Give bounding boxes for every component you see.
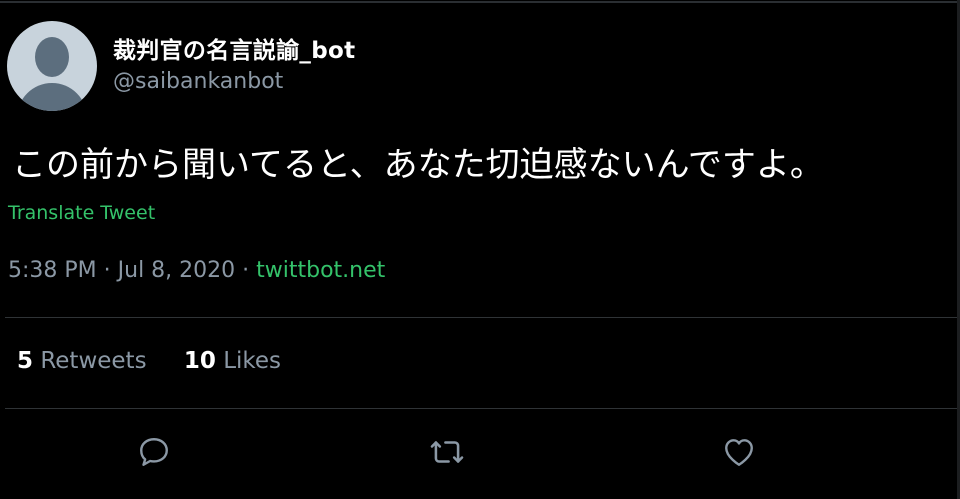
likes-label: Likes [223, 348, 282, 374]
tweet-source-link[interactable]: twittbot.net [256, 258, 385, 283]
author-handle[interactable]: @saibankanbot [113, 69, 283, 94]
translate-tweet-link[interactable]: Translate Tweet [8, 202, 155, 224]
likes-count: 10 [183, 348, 216, 374]
divider [5, 408, 957, 409]
tweet-text: この前から聞いてると、あなた切迫感ないんですよ。 [12, 145, 824, 185]
meta-separator: · [96, 258, 118, 283]
reply-icon [140, 438, 168, 466]
retweet-icon [430, 441, 464, 463]
retweets-stat[interactable]: 5 Retweets [17, 348, 147, 374]
author-display-name[interactable]: 裁判官の名言説諭_bot [113, 31, 355, 65]
meta-separator: · [235, 258, 257, 283]
like-button[interactable] [719, 432, 759, 472]
retweets-label: Retweets [40, 348, 147, 374]
avatar-head-shape [35, 37, 69, 77]
likes-stat[interactable]: 10 Likes [184, 348, 281, 374]
reply-button[interactable] [134, 432, 174, 472]
tweet-date[interactable]: Jul 8, 2020 [118, 258, 236, 283]
tweet-meta: 5:38 PM · Jul 8, 2020 · twittbot.net [8, 258, 385, 283]
top-border [0, 1, 960, 3]
tweet-card: 裁判官の名言説諭_bot @saibankanbot この前から聞いてると、あな… [0, 0, 960, 499]
avatar[interactable] [7, 21, 97, 111]
avatar-body-shape [17, 83, 87, 111]
divider [5, 317, 957, 318]
tweet-time[interactable]: 5:38 PM [8, 258, 97, 283]
retweets-count: 5 [17, 348, 34, 374]
retweet-button[interactable] [427, 432, 467, 472]
tweet-stats: 5 Retweets 10 Likes [17, 348, 311, 374]
heart-icon [725, 439, 753, 466]
